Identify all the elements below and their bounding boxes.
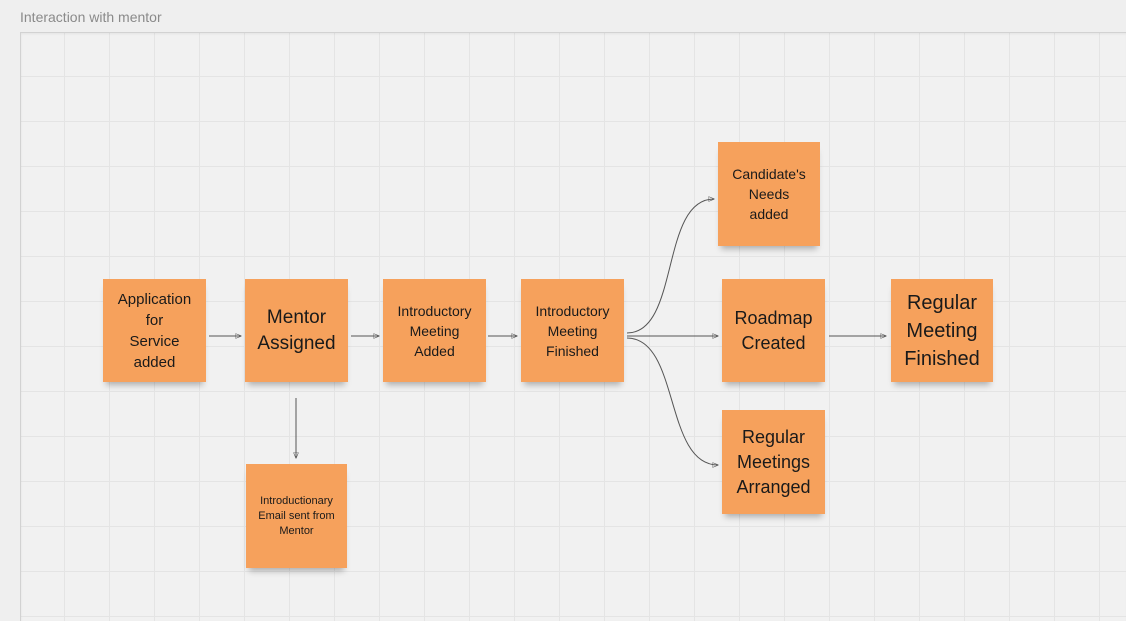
sticky-note-candidates-needs[interactable]: Candidate's Needs added bbox=[718, 142, 820, 246]
sticky-note-text: Regular Meetings Arranged bbox=[736, 426, 811, 497]
sticky-note-text: Introductory Meeting Added bbox=[397, 302, 472, 359]
board-title: Interaction with mentor bbox=[20, 9, 162, 25]
sticky-note-text: Introductory Meeting Finished bbox=[535, 302, 610, 359]
sticky-note-application[interactable]: Application for Service added bbox=[103, 279, 206, 382]
sticky-note-text: Application for Service added bbox=[117, 290, 192, 371]
sticky-note-intro-meeting-added[interactable]: Introductory Meeting Added bbox=[383, 279, 486, 382]
sticky-note-text: Roadmap Created bbox=[734, 307, 813, 353]
sticky-note-text: Candidate's Needs added bbox=[732, 166, 806, 222]
sticky-note-text: Mentor Assigned bbox=[257, 306, 336, 354]
sticky-note-text: Introductionary Email sent from Mentor bbox=[258, 494, 335, 537]
sticky-note-text: Regular Meeting Finished bbox=[904, 291, 980, 370]
sticky-note-intro-email[interactable]: Introductionary Email sent from Mentor bbox=[246, 464, 347, 568]
sticky-note-regular-meeting-finished[interactable]: Regular Meeting Finished bbox=[891, 279, 993, 382]
sticky-note-intro-meeting-finished[interactable]: Introductory Meeting Finished bbox=[521, 279, 624, 382]
sticky-note-mentor-assigned[interactable]: Mentor Assigned bbox=[245, 279, 348, 382]
sticky-note-regular-meetings-arranged[interactable]: Regular Meetings Arranged bbox=[722, 410, 825, 514]
sticky-note-roadmap-created[interactable]: Roadmap Created bbox=[722, 279, 825, 382]
